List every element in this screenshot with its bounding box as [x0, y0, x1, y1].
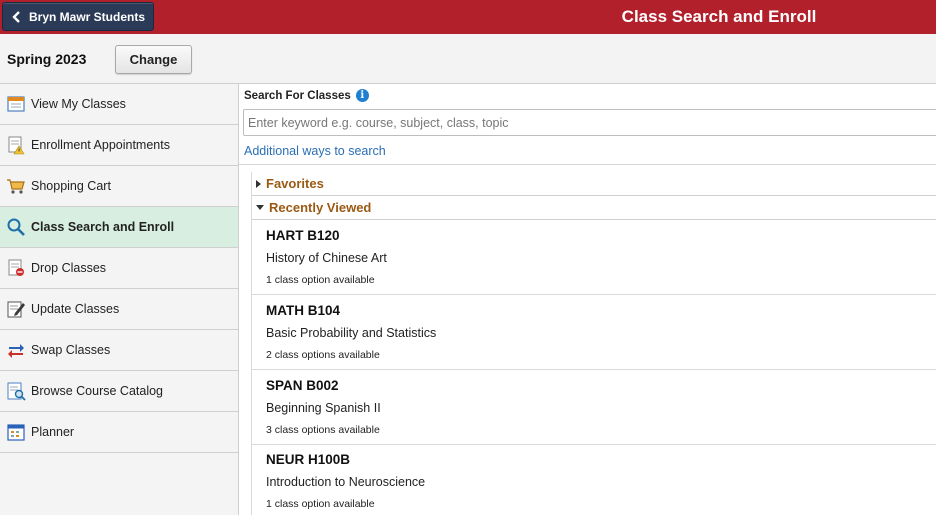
sidebar-item-label: Enrollment Appointments	[31, 138, 170, 152]
section-label: Recently Viewed	[269, 200, 372, 215]
term-bar: Spring 2023 Change	[0, 34, 936, 84]
course-code: HART B120	[266, 228, 340, 243]
course-options: 2 class options available	[266, 349, 380, 361]
sidebar-item-label: Class Search and Enroll	[31, 220, 175, 234]
sidebar-item-label: Swap Classes	[31, 343, 111, 357]
sidebar-item-label: Shopping Cart	[31, 179, 111, 193]
course-title: Introduction to Neuroscience	[266, 475, 426, 489]
drop-icon	[5, 257, 27, 279]
sidebar-item-class-search-and-enroll[interactable]: Class Search and Enroll	[0, 207, 238, 248]
sidebar-item-enrollment-appointments[interactable]: Enrollment Appointments	[0, 125, 238, 166]
swap-icon	[5, 339, 27, 361]
section-label: Favorites	[266, 176, 324, 191]
caret-down-icon	[256, 205, 264, 210]
sidebar-item-label: Planner	[31, 425, 75, 439]
sidebar-item-label: Browse Course Catalog	[31, 384, 164, 398]
sidebar-item-shopping-cart[interactable]: Shopping Cart	[0, 166, 238, 207]
divider	[239, 164, 936, 165]
main-panel: Search For Classes i Additional ways to …	[239, 84, 936, 515]
sidebar-item-swap-classes[interactable]: Swap Classes	[0, 330, 238, 371]
sidebar-item-view-my-classes[interactable]: View My Classes	[0, 84, 238, 125]
course-options: 3 class options available	[266, 424, 380, 436]
cart-icon	[5, 175, 27, 197]
sidebar-item-update-classes[interactable]: Update Classes	[0, 289, 238, 330]
search-input[interactable]	[243, 109, 936, 136]
course-item[interactable]: NEUR H100B Introduction to Neuroscience …	[252, 444, 936, 515]
results-list: Favorites Recently Viewed HART B120 Hist…	[251, 172, 936, 515]
search-heading-label: Search For Classes	[244, 89, 351, 102]
course-item[interactable]: MATH B104 Basic Probability and Statisti…	[252, 295, 936, 370]
back-button[interactable]: Bryn Mawr Students	[2, 2, 154, 31]
planner-icon	[5, 421, 27, 443]
course-item[interactable]: HART B120 History of Chinese Art 1 class…	[252, 220, 936, 295]
course-options: 1 class option available	[266, 274, 375, 286]
course-options: 1 class option available	[266, 498, 375, 510]
recently-viewed-section-toggle[interactable]: Recently Viewed	[252, 196, 936, 220]
term-label: Spring 2023	[7, 51, 87, 67]
sidebar-item-label: View My Classes	[31, 97, 126, 111]
course-item[interactable]: SPAN B002 Beginning Spanish II 3 class o…	[252, 370, 936, 445]
back-button-label: Bryn Mawr Students	[29, 9, 146, 24]
course-title: Basic Probability and Statistics	[266, 326, 437, 340]
chevron-left-icon	[12, 10, 20, 23]
calendar-icon	[5, 93, 27, 115]
course-code: SPAN B002	[266, 378, 339, 393]
sidebar: View My Classes Enrollment Appointments …	[0, 84, 239, 515]
search-heading: Search For Classes i	[244, 89, 369, 102]
sidebar-item-planner[interactable]: Planner	[0, 412, 238, 453]
app-header: Bryn Mawr Students Class Search and Enro…	[0, 0, 936, 34]
favorites-section-toggle[interactable]: Favorites	[252, 172, 936, 196]
sidebar-item-label: Update Classes	[31, 302, 120, 316]
course-title: History of Chinese Art	[266, 251, 387, 265]
additional-search-link[interactable]: Additional ways to search	[244, 144, 386, 158]
catalog-icon	[5, 380, 27, 402]
edit-icon	[5, 298, 27, 320]
course-title: Beginning Spanish II	[266, 401, 381, 415]
sidebar-item-browse-course-catalog[interactable]: Browse Course Catalog	[0, 371, 238, 412]
document-warning-icon	[5, 134, 27, 156]
caret-right-icon	[256, 179, 261, 188]
page-title: Class Search and Enroll	[621, 7, 817, 26]
change-term-button[interactable]: Change	[115, 45, 192, 74]
course-code: NEUR H100B	[266, 452, 351, 467]
sidebar-item-drop-classes[interactable]: Drop Classes	[0, 248, 238, 289]
search-icon	[5, 216, 27, 238]
sidebar-item-label: Drop Classes	[31, 261, 107, 275]
course-code: MATH B104	[266, 303, 341, 318]
info-icon[interactable]: i	[355, 89, 369, 102]
